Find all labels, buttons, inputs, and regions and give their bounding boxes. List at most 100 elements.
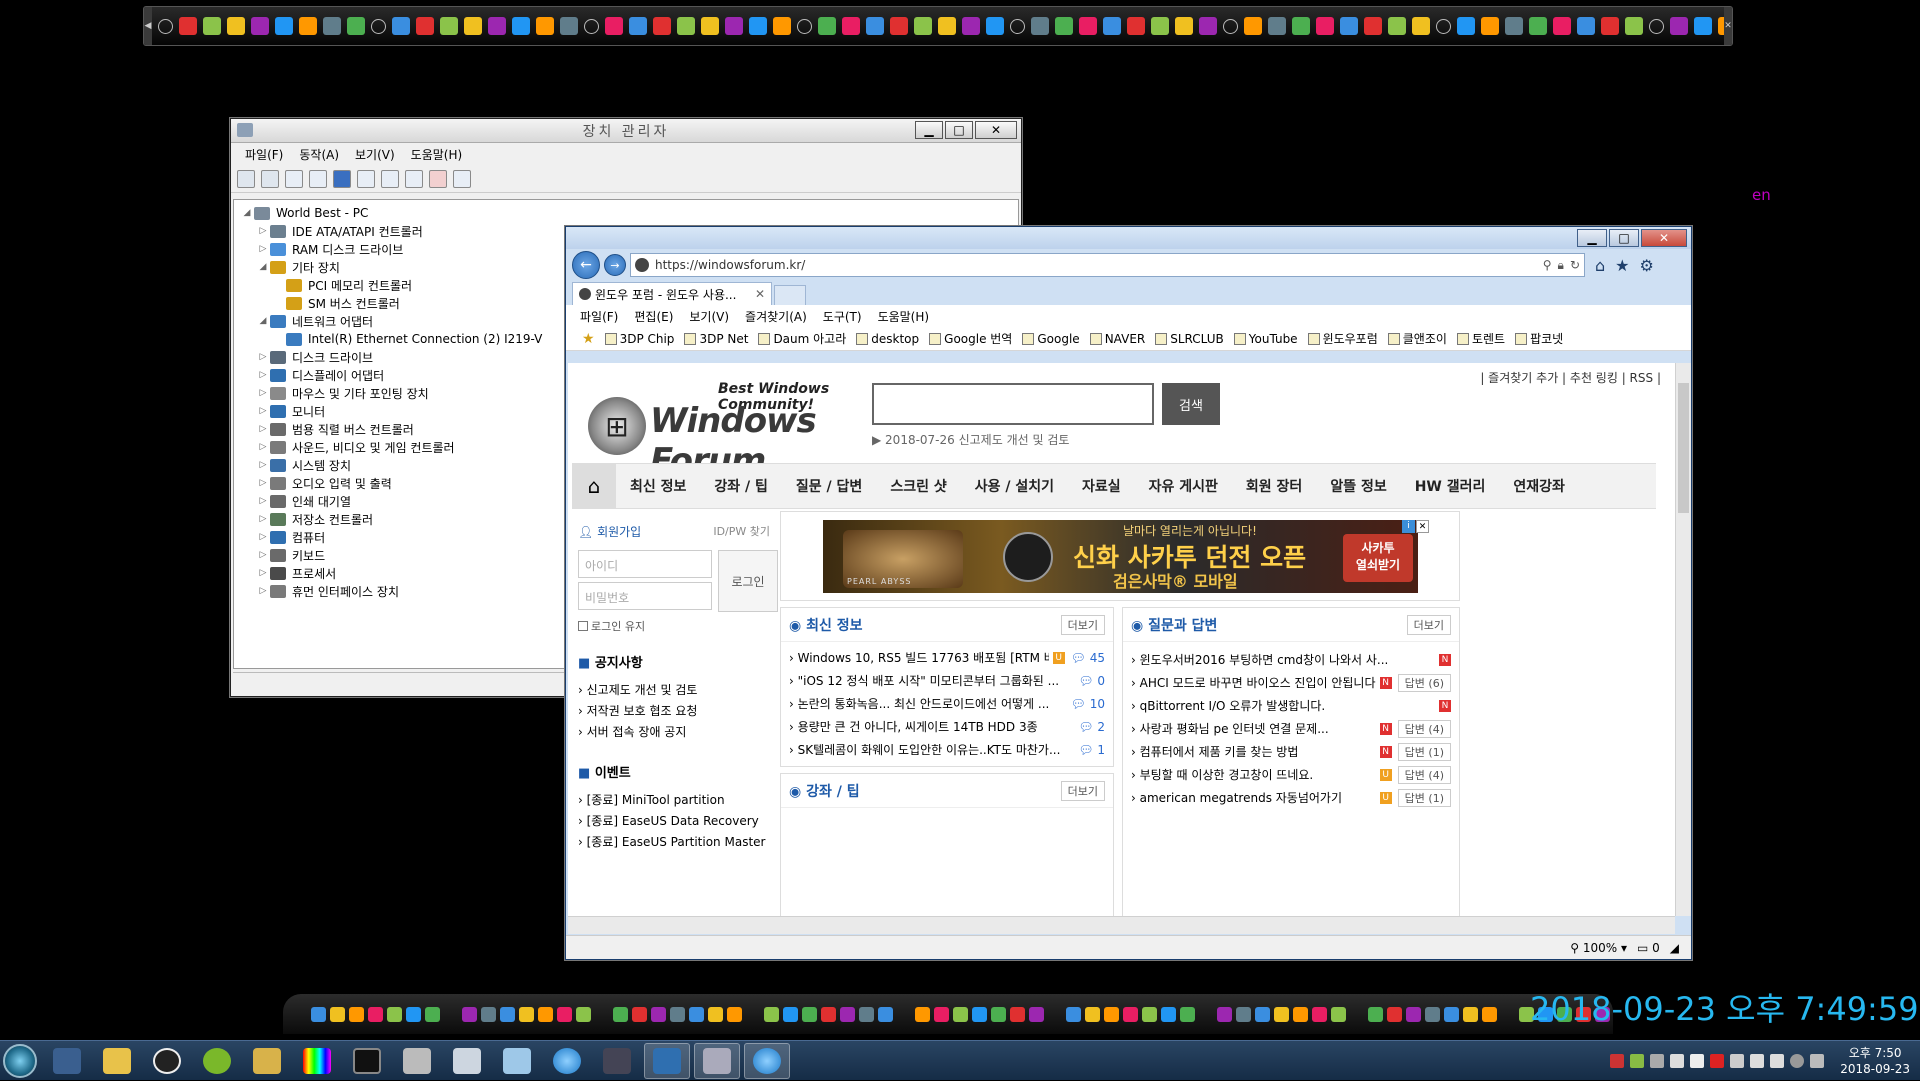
dock-app-icon[interactable] bbox=[878, 1006, 893, 1022]
launcher-app-icon[interactable] bbox=[251, 17, 269, 35]
dock-app-icon[interactable] bbox=[1444, 1006, 1459, 1022]
menu-item[interactable]: 동작(A) bbox=[291, 146, 347, 163]
launcher-circle-icon[interactable] bbox=[797, 18, 812, 34]
dock-app-icon[interactable] bbox=[764, 1006, 779, 1022]
launcher-app-icon[interactable] bbox=[299, 17, 317, 35]
resize-grip-icon[interactable]: ◢ bbox=[1670, 941, 1679, 955]
notice-item[interactable]: › 서버 접속 장애 공지 bbox=[578, 723, 770, 744]
maximize-button[interactable]: □ bbox=[1609, 229, 1639, 247]
keep-login-checkbox[interactable]: 로그인 유지 bbox=[578, 618, 770, 634]
dock-app-icon[interactable] bbox=[462, 1006, 477, 1022]
banner-cta-button[interactable]: 사카투 열쇠받기 bbox=[1343, 534, 1413, 582]
favorite-link[interactable]: 윈도우포럼 bbox=[1307, 330, 1378, 347]
site-search-input[interactable] bbox=[872, 383, 1154, 425]
expand-arrow-icon[interactable]: ▷ bbox=[256, 244, 270, 254]
dock-app-icon[interactable] bbox=[1104, 1006, 1119, 1022]
launcher-app-icon[interactable] bbox=[1316, 17, 1334, 35]
nav-item[interactable]: 질문 / 답변 bbox=[782, 476, 876, 496]
taskbar-item-control-panel[interactable] bbox=[44, 1043, 90, 1079]
new-tab-button[interactable] bbox=[774, 285, 806, 305]
menu-item[interactable]: 보기(V) bbox=[681, 308, 737, 325]
launcher-app-icon[interactable] bbox=[1199, 17, 1217, 35]
tray-arrow-icon[interactable] bbox=[1610, 1054, 1625, 1068]
dock-app-icon[interactable] bbox=[934, 1006, 949, 1022]
uninstall-device-icon[interactable] bbox=[429, 169, 447, 188]
launcher-app-icon[interactable] bbox=[1175, 17, 1193, 35]
taskbar-item-ie-active[interactable] bbox=[744, 1042, 790, 1079]
tray-cloud-icon[interactable] bbox=[1650, 1054, 1665, 1068]
taskbar-item-media-player[interactable] bbox=[144, 1043, 190, 1079]
taskbar-item-color-picker[interactable] bbox=[294, 1043, 340, 1079]
id-input[interactable]: 아이디 bbox=[578, 550, 712, 578]
launcher-app-icon[interactable] bbox=[1292, 17, 1310, 35]
favorite-link[interactable]: 클앤조이 bbox=[1387, 330, 1447, 347]
ad-banner[interactable]: 날마다 열리는게 아닙니다! 신화 사카투 던전 오픈 검은사막® 모바일 PE… bbox=[780, 511, 1460, 601]
dock-app-icon[interactable] bbox=[727, 1006, 742, 1022]
dock-app-icon[interactable] bbox=[349, 1006, 364, 1022]
launcher-app-icon[interactable] bbox=[488, 17, 506, 35]
event-item[interactable]: › [종료] EaseUS Partition Master bbox=[578, 833, 770, 854]
notice-item[interactable]: › 저작권 보호 협조 요청 bbox=[578, 702, 770, 723]
launcher-app-icon[interactable] bbox=[842, 17, 860, 35]
tray-power-icon[interactable] bbox=[1790, 1054, 1805, 1068]
launcher-app-icon[interactable] bbox=[725, 17, 743, 35]
find-account-link[interactable]: ID/PW 찾기 bbox=[713, 523, 770, 540]
launcher-app-icon[interactable] bbox=[392, 17, 410, 35]
launcher-app-icon[interactable] bbox=[416, 17, 434, 35]
nav-item[interactable]: 자유 게시판 bbox=[1135, 476, 1232, 496]
dock-app-icon[interactable] bbox=[651, 1006, 666, 1022]
dock-app-icon[interactable] bbox=[840, 1006, 855, 1022]
menu-item[interactable]: 즐겨찾기(A) bbox=[737, 308, 815, 325]
launcher-left-grip[interactable]: ◀ bbox=[144, 7, 152, 45]
start-button[interactable] bbox=[0, 1041, 40, 1081]
launcher-app-icon[interactable] bbox=[560, 17, 578, 35]
device-manager-titlebar[interactable]: 장치 관리자 ▁ □ ✕ bbox=[231, 119, 1021, 143]
favorite-link[interactable]: 3DP Net bbox=[684, 332, 748, 346]
help-icon[interactable] bbox=[333, 169, 351, 188]
properties-icon[interactable] bbox=[285, 169, 303, 188]
tray-language-icon[interactable] bbox=[1690, 1054, 1705, 1068]
taskbar-item-device-manager[interactable] bbox=[644, 1042, 690, 1079]
event-item[interactable]: › [종료] EaseUS Data Recovery bbox=[578, 812, 770, 833]
tray-en-icon[interactable] bbox=[1710, 1054, 1725, 1068]
launcher-circle-icon[interactable] bbox=[1436, 18, 1451, 34]
launcher-app-icon[interactable] bbox=[1625, 17, 1643, 35]
dock-app-icon[interactable] bbox=[1180, 1006, 1195, 1022]
maximize-button[interactable]: □ bbox=[945, 121, 973, 139]
dock-app-icon[interactable] bbox=[387, 1006, 402, 1022]
launcher-circle-icon[interactable] bbox=[1010, 18, 1025, 34]
expand-arrow-icon[interactable]: ▷ bbox=[256, 406, 270, 416]
launcher-app-icon[interactable] bbox=[605, 17, 623, 35]
expand-arrow-icon[interactable]: ▷ bbox=[256, 532, 270, 542]
zoom-control[interactable]: ⚲ 100% ▾ bbox=[1570, 941, 1627, 955]
launcher-app-icon[interactable] bbox=[818, 17, 836, 35]
site-notice-link[interactable]: ▶ 2018-07-26 신고제도 개선 및 검토 bbox=[872, 431, 1069, 448]
launcher-app-icon[interactable] bbox=[1694, 17, 1712, 35]
launcher-app-icon[interactable] bbox=[347, 17, 365, 35]
dock-app-icon[interactable] bbox=[802, 1006, 817, 1022]
update-driver-icon[interactable] bbox=[405, 169, 423, 188]
dock-app-icon[interactable] bbox=[1293, 1006, 1308, 1022]
launcher-app-icon[interactable] bbox=[1601, 17, 1619, 35]
launcher-app-icon[interactable] bbox=[1364, 17, 1382, 35]
nav-item[interactable]: 알뜰 정보 bbox=[1316, 476, 1400, 496]
favorite-link[interactable]: 팝코넷 bbox=[1515, 330, 1563, 347]
dock-app-icon[interactable] bbox=[915, 1006, 930, 1022]
back-button[interactable]: ← bbox=[572, 251, 600, 279]
menu-item[interactable]: 파일(F) bbox=[237, 146, 291, 163]
minimize-button[interactable]: ▁ bbox=[1577, 229, 1607, 247]
dock-app-icon[interactable] bbox=[1029, 1006, 1044, 1022]
launcher-app-icon[interactable] bbox=[1412, 17, 1430, 35]
launcher-app-icon[interactable] bbox=[1553, 17, 1571, 35]
tray-volume-icon[interactable] bbox=[1770, 1054, 1785, 1068]
qna-row[interactable]: › 컴퓨터에서 제품 키를 찾는 방법 N 답변 (1) bbox=[1123, 740, 1459, 763]
launcher-app-icon[interactable] bbox=[1103, 17, 1121, 35]
site-logo[interactable]: Best Windows Community! ⊞ Windows Forum bbox=[588, 381, 888, 481]
dock-app-icon[interactable] bbox=[576, 1006, 591, 1022]
dock-app-icon[interactable] bbox=[821, 1006, 836, 1022]
dock-app-icon[interactable] bbox=[557, 1006, 572, 1022]
expand-arrow-icon[interactable]: ▷ bbox=[256, 442, 270, 452]
list-icon[interactable] bbox=[357, 169, 375, 188]
taskbar-item-eraser[interactable] bbox=[494, 1043, 540, 1079]
dock-app-icon[interactable] bbox=[1387, 1006, 1402, 1022]
